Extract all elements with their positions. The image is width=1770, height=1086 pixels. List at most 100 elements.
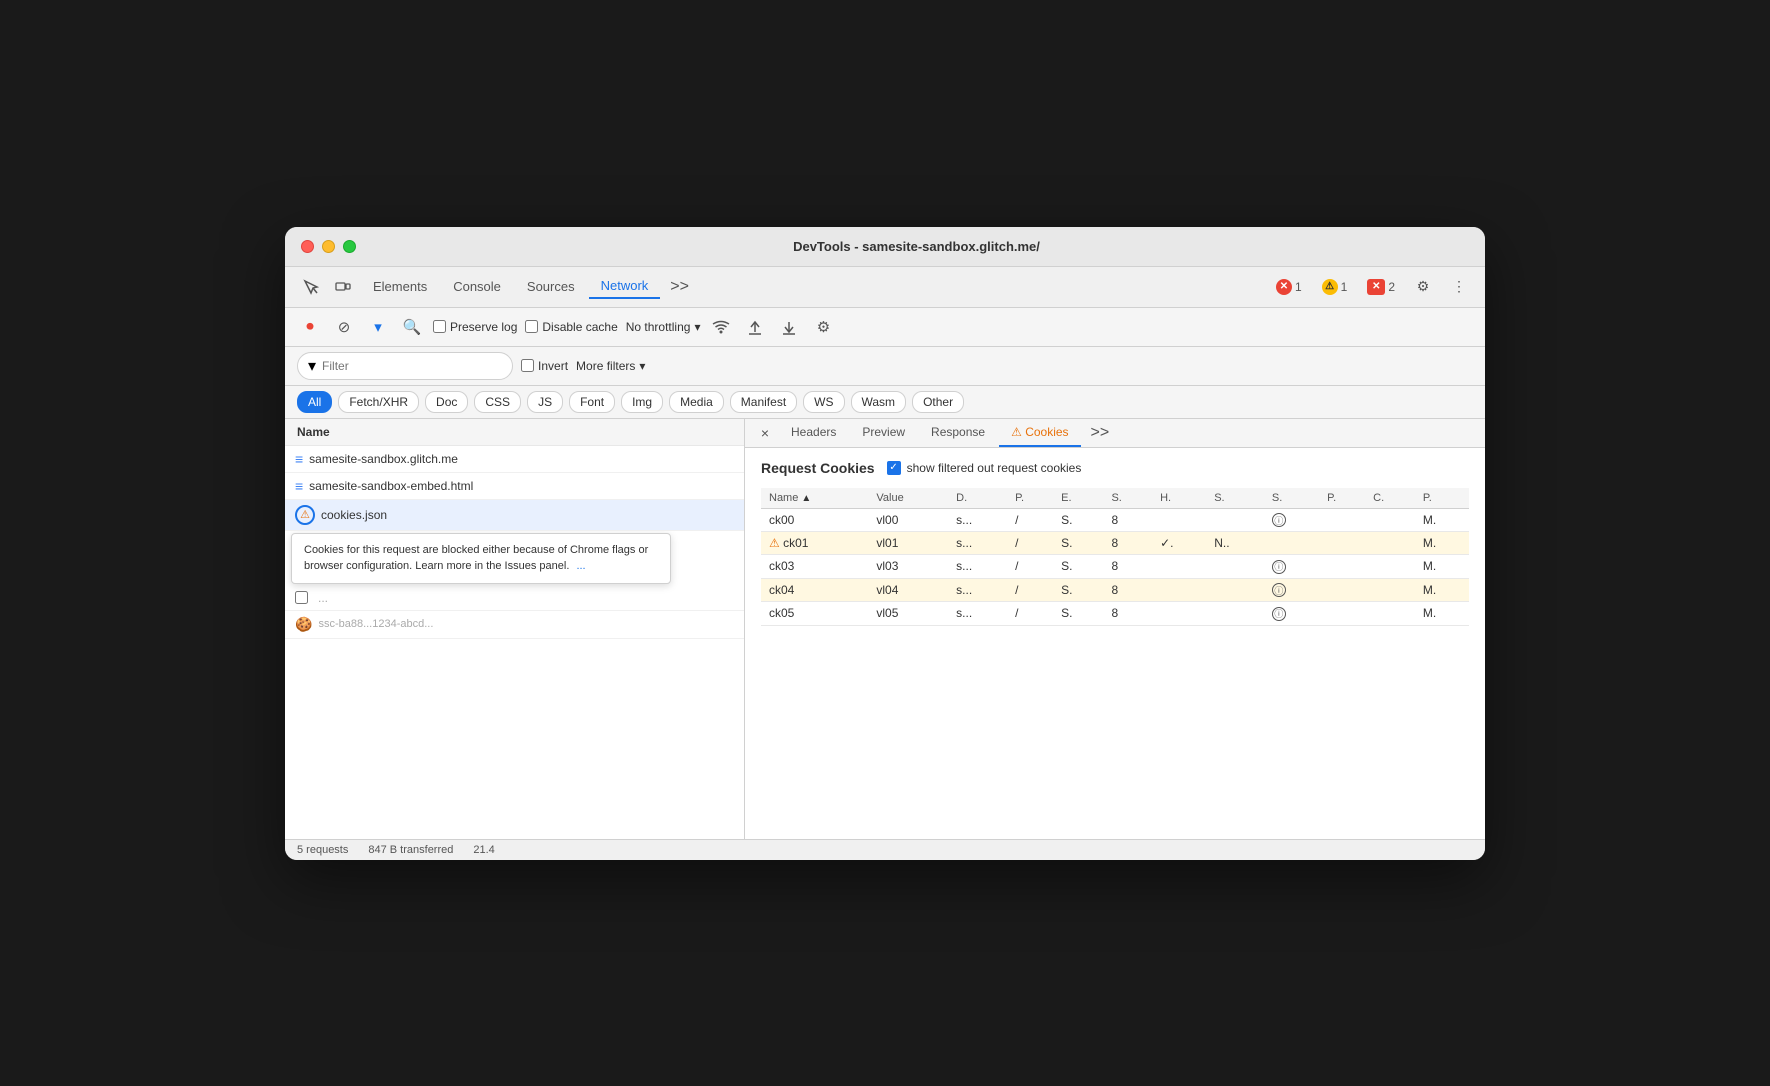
close-detail-button[interactable]: × [753, 421, 777, 445]
warning-count: 1 [1341, 280, 1348, 294]
cookie-p2 [1319, 532, 1365, 555]
cookie-c [1365, 578, 1415, 602]
list-item[interactable]: ≡ samesite-sandbox-embed.html [285, 473, 744, 500]
col-e[interactable]: E. [1053, 488, 1103, 509]
col-s2[interactable]: S. [1206, 488, 1264, 509]
filter-img[interactable]: Img [621, 391, 663, 413]
col-s1[interactable]: S. [1103, 488, 1152, 509]
settings-icon[interactable]: ⚙ [1409, 273, 1437, 301]
col-d[interactable]: D. [948, 488, 1007, 509]
table-row[interactable]: ck00 vl00 s... / S. 8 ⓘ M. [761, 508, 1469, 532]
close-button[interactable] [301, 240, 314, 253]
filter-js[interactable]: JS [527, 391, 563, 413]
detail-panel: × Headers Preview Response ⚠ Cookies >> … [745, 419, 1485, 839]
list-item-selected[interactable]: ⚠ cookies.json [285, 500, 744, 531]
tooltip-more[interactable]: ... [576, 560, 585, 572]
search-icon[interactable]: 🔍 [399, 314, 425, 340]
wifi-icon[interactable] [708, 314, 734, 340]
tab-sources[interactable]: Sources [515, 275, 587, 298]
cookie-value: vl00 [868, 508, 948, 532]
cookie-p: / [1007, 508, 1053, 532]
info-icon[interactable]: ⓘ [1272, 607, 1286, 621]
col-h[interactable]: H. [1152, 488, 1206, 509]
cookie-h [1152, 508, 1206, 532]
detail-more-tabs[interactable]: >> [1083, 420, 1118, 446]
cookie-s: 8 [1103, 578, 1152, 602]
checkbox-icon[interactable] [295, 591, 308, 604]
warning-icon: ⚠ [1322, 279, 1338, 295]
upload-icon[interactable] [742, 314, 768, 340]
preserve-log-checkbox[interactable] [433, 320, 446, 333]
filter-icon[interactable]: ▾ [365, 314, 391, 340]
tab-preview[interactable]: Preview [850, 419, 917, 447]
disable-cache-checkbox[interactable] [525, 320, 538, 333]
col-value[interactable]: Value [868, 488, 948, 509]
network-settings-icon[interactable]: ⚙ [810, 314, 836, 340]
filter-font[interactable]: Font [569, 391, 615, 413]
tab-console[interactable]: Console [441, 275, 513, 298]
inspect-icon[interactable] [297, 273, 325, 301]
filter-manifest[interactable]: Manifest [730, 391, 797, 413]
warning-badge[interactable]: ⚠ 1 [1316, 277, 1354, 297]
more-filters-arrow: ▾ [639, 359, 645, 373]
preserve-log-group: Preserve log [433, 320, 517, 334]
col-s3[interactable]: S. [1264, 488, 1319, 509]
info-icon[interactable]: ⓘ [1272, 583, 1286, 597]
list-item[interactable]: 🍪 ssc-ba88...1234-abcd... [285, 611, 744, 639]
tab-response[interactable]: Response [919, 419, 997, 447]
cookie-p2 [1319, 578, 1365, 602]
filter-ws[interactable]: WS [803, 391, 844, 413]
cookie-e: S. [1053, 602, 1103, 626]
filter-media[interactable]: Media [669, 391, 724, 413]
filter-input-wrap: ▾ [297, 352, 513, 380]
error-badge[interactable]: ✕ 1 [1270, 277, 1308, 297]
filter-doc[interactable]: Doc [425, 391, 468, 413]
throttle-selector[interactable]: No throttling ▾ [626, 320, 701, 334]
col-p3[interactable]: P. [1415, 488, 1469, 509]
more-filters-btn[interactable]: More filters ▾ [576, 359, 645, 373]
filter-fetch-xhr[interactable]: Fetch/XHR [338, 391, 419, 413]
cookie-s: 8 [1103, 532, 1152, 555]
col-p[interactable]: P. [1007, 488, 1053, 509]
download-icon[interactable] [776, 314, 802, 340]
table-row[interactable]: ck04 vl04 s... / S. 8 ⓘ M. [761, 578, 1469, 602]
more-options-icon[interactable]: ⋮ [1445, 273, 1473, 301]
tab-elements[interactable]: Elements [361, 275, 439, 298]
info-icon[interactable]: ⓘ [1272, 560, 1286, 574]
filter-wasm[interactable]: Wasm [851, 391, 907, 413]
filter-funnel-icon: ▾ [308, 356, 316, 376]
cookie-p: / [1007, 602, 1053, 626]
clear-button[interactable]: ⊘ [331, 314, 357, 340]
list-item[interactable]: ... [285, 586, 744, 611]
statusbar: 5 requests 847 B transferred 21.4 [285, 839, 1485, 860]
filter-all[interactable]: All [297, 391, 332, 413]
issue-count: 2 [1388, 280, 1395, 294]
minimize-button[interactable] [322, 240, 335, 253]
show-filtered-checkbox[interactable]: ✓ [887, 461, 901, 475]
issue-badge[interactable]: ✕ 2 [1361, 277, 1401, 297]
col-name[interactable]: Name ▲ [761, 488, 868, 509]
table-row[interactable]: ck03 vl03 s... / S. 8 ⓘ M. [761, 555, 1469, 579]
cookie-p2 [1319, 555, 1365, 579]
tab-cookies[interactable]: ⚠ Cookies [999, 419, 1080, 447]
info-icon[interactable]: ⓘ [1272, 513, 1286, 527]
more-tabs-button[interactable]: >> [662, 274, 697, 300]
cookie-name: ck00 [761, 508, 868, 532]
row-warning-icon: ⚠ [769, 536, 783, 550]
invert-checkbox[interactable] [521, 359, 534, 372]
list-item[interactable]: ≡ samesite-sandbox.glitch.me [285, 446, 744, 473]
device-toolbar-icon[interactable] [329, 273, 357, 301]
col-p2[interactable]: P. [1319, 488, 1365, 509]
tab-network[interactable]: Network [589, 274, 661, 299]
filter-input[interactable] [322, 359, 502, 373]
filter-css[interactable]: CSS [474, 391, 521, 413]
filter-other[interactable]: Other [912, 391, 964, 413]
col-c[interactable]: C. [1365, 488, 1415, 509]
table-row[interactable]: ⚠ ck01 vl01 s... / S. 8 ✓. N.. M. [761, 532, 1469, 555]
cookies-header: Request Cookies ✓ show filtered out requ… [761, 460, 1469, 476]
table-row[interactable]: ck05 vl05 s... / S. 8 ⓘ M. [761, 602, 1469, 626]
maximize-button[interactable] [343, 240, 356, 253]
record-button[interactable]: ⏺ [297, 314, 323, 340]
cookies-section: Request Cookies ✓ show filtered out requ… [745, 448, 1485, 638]
tab-headers[interactable]: Headers [779, 419, 848, 447]
